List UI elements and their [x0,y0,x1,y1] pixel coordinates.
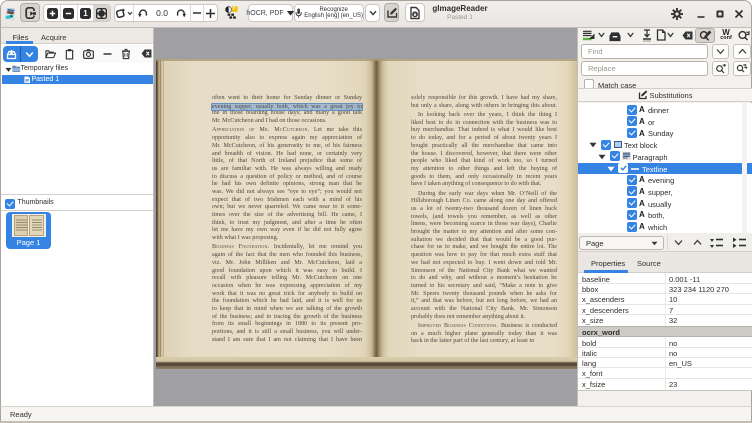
svg-text:1: 1 [83,9,88,18]
